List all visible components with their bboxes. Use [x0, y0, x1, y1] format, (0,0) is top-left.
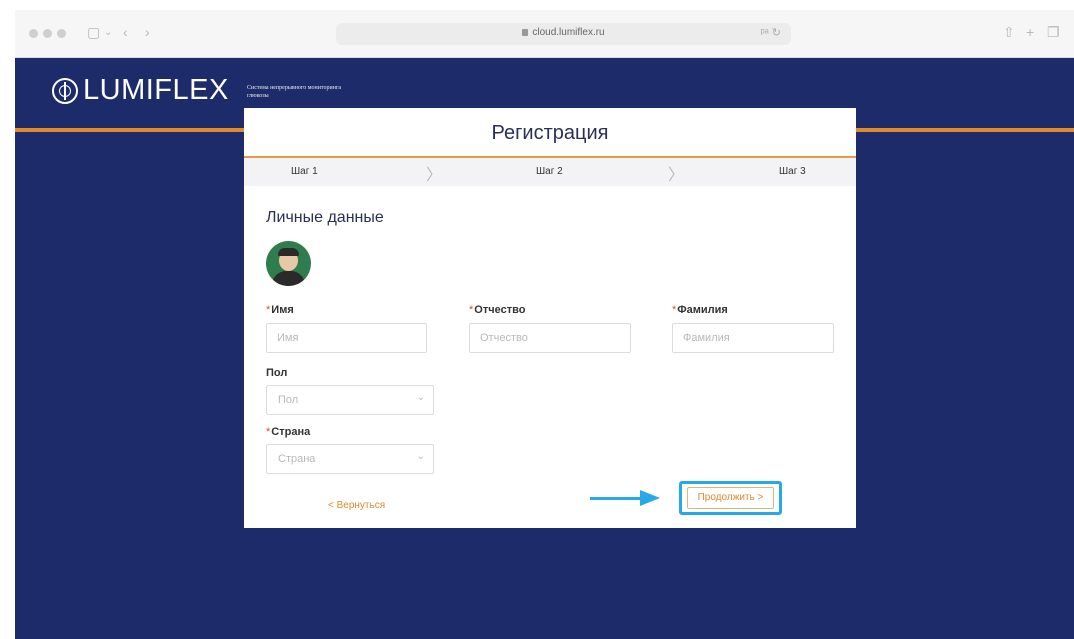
country-select[interactable]: Страна ⌄: [266, 444, 434, 474]
required-marker: *: [469, 304, 474, 316]
required-marker: *: [266, 426, 271, 438]
logo-icon: [52, 78, 78, 104]
avatar[interactable]: [266, 241, 311, 286]
share-icon[interactable]: ⇧: [1003, 24, 1015, 41]
chevron-right-icon: 〉: [426, 167, 443, 184]
annotation-arrow: [590, 497, 642, 500]
country-label: *Страна: [266, 426, 311, 438]
arrow-right-icon: [640, 490, 660, 506]
tabs-overview-icon[interactable]: ❐: [1047, 24, 1060, 41]
patronymic-label: *Отчество: [469, 304, 526, 316]
step-2[interactable]: Шаг 2: [536, 166, 563, 177]
logo-text: LUMIFLEX: [83, 74, 229, 106]
step-3[interactable]: Шаг 3: [779, 166, 806, 177]
back-icon[interactable]: ‹: [123, 24, 128, 40]
back-button[interactable]: < Вернуться: [328, 500, 385, 511]
required-marker: *: [672, 304, 677, 316]
chevron-right-icon: 〉: [668, 167, 685, 184]
required-marker: *: [266, 304, 271, 316]
address-bar[interactable]: cloud.lumiflex.ru ᵖᵃ ↻: [336, 23, 791, 45]
lock-icon: [522, 29, 529, 36]
browser-toolbar: ▢ ⌄ ‹ › cloud.lumiflex.ru ᵖᵃ ↻ ⇧ + ❐: [15, 10, 1074, 58]
forward-icon[interactable]: ›: [145, 24, 150, 40]
avatar-body: [272, 271, 305, 286]
step-1[interactable]: Шаг 1: [291, 166, 318, 177]
chevron-down-icon[interactable]: ⌄: [104, 27, 112, 38]
continue-button-highlight: Продолжить >: [679, 481, 782, 515]
gender-label: Пол: [266, 367, 288, 379]
reload-icon[interactable]: ᵖᵃ ↻: [760, 26, 781, 39]
browser-window: ▢ ⌄ ‹ › cloud.lumiflex.ru ᵖᵃ ↻ ⇧ + ❐ LUM…: [15, 10, 1074, 639]
page-title: Регистрация: [491, 122, 609, 144]
last-name-input[interactable]: [672, 323, 834, 353]
chevron-down-icon: ⌄: [416, 392, 425, 403]
section-title: Личные данные: [266, 209, 384, 226]
url-text: cloud.lumiflex.ru: [336, 27, 791, 38]
gender-select[interactable]: Пол ⌄: [266, 385, 434, 415]
country-select-value: Страна: [278, 453, 316, 465]
first-name-input[interactable]: [266, 323, 427, 353]
chevron-down-icon: ⌄: [416, 451, 425, 462]
first-name-label: *Имя: [266, 304, 294, 316]
caption-strip: [0, 0, 1074, 10]
avatar-hair: [278, 248, 299, 256]
patronymic-input[interactable]: [469, 323, 631, 353]
stepper: Шаг 1 〉 Шаг 2 〉 Шаг 3: [244, 158, 856, 186]
gender-select-value: Пол: [278, 394, 299, 406]
new-tab-icon[interactable]: +: [1026, 24, 1034, 40]
sidebar-icon[interactable]: ▢: [87, 24, 100, 41]
maximize-window-icon[interactable]: [57, 29, 66, 38]
close-window-icon[interactable]: [29, 29, 38, 38]
continue-button[interactable]: Продолжить >: [687, 487, 774, 509]
registration-card: Регистрация Шаг 1 〉 Шаг 2 〉 Шаг 3 Личные…: [244, 108, 856, 528]
last-name-label: *Фамилия: [672, 304, 728, 316]
tagline: Система непрерывного мониторинга глюкозы: [247, 85, 342, 99]
minimize-window-icon[interactable]: [43, 29, 52, 38]
